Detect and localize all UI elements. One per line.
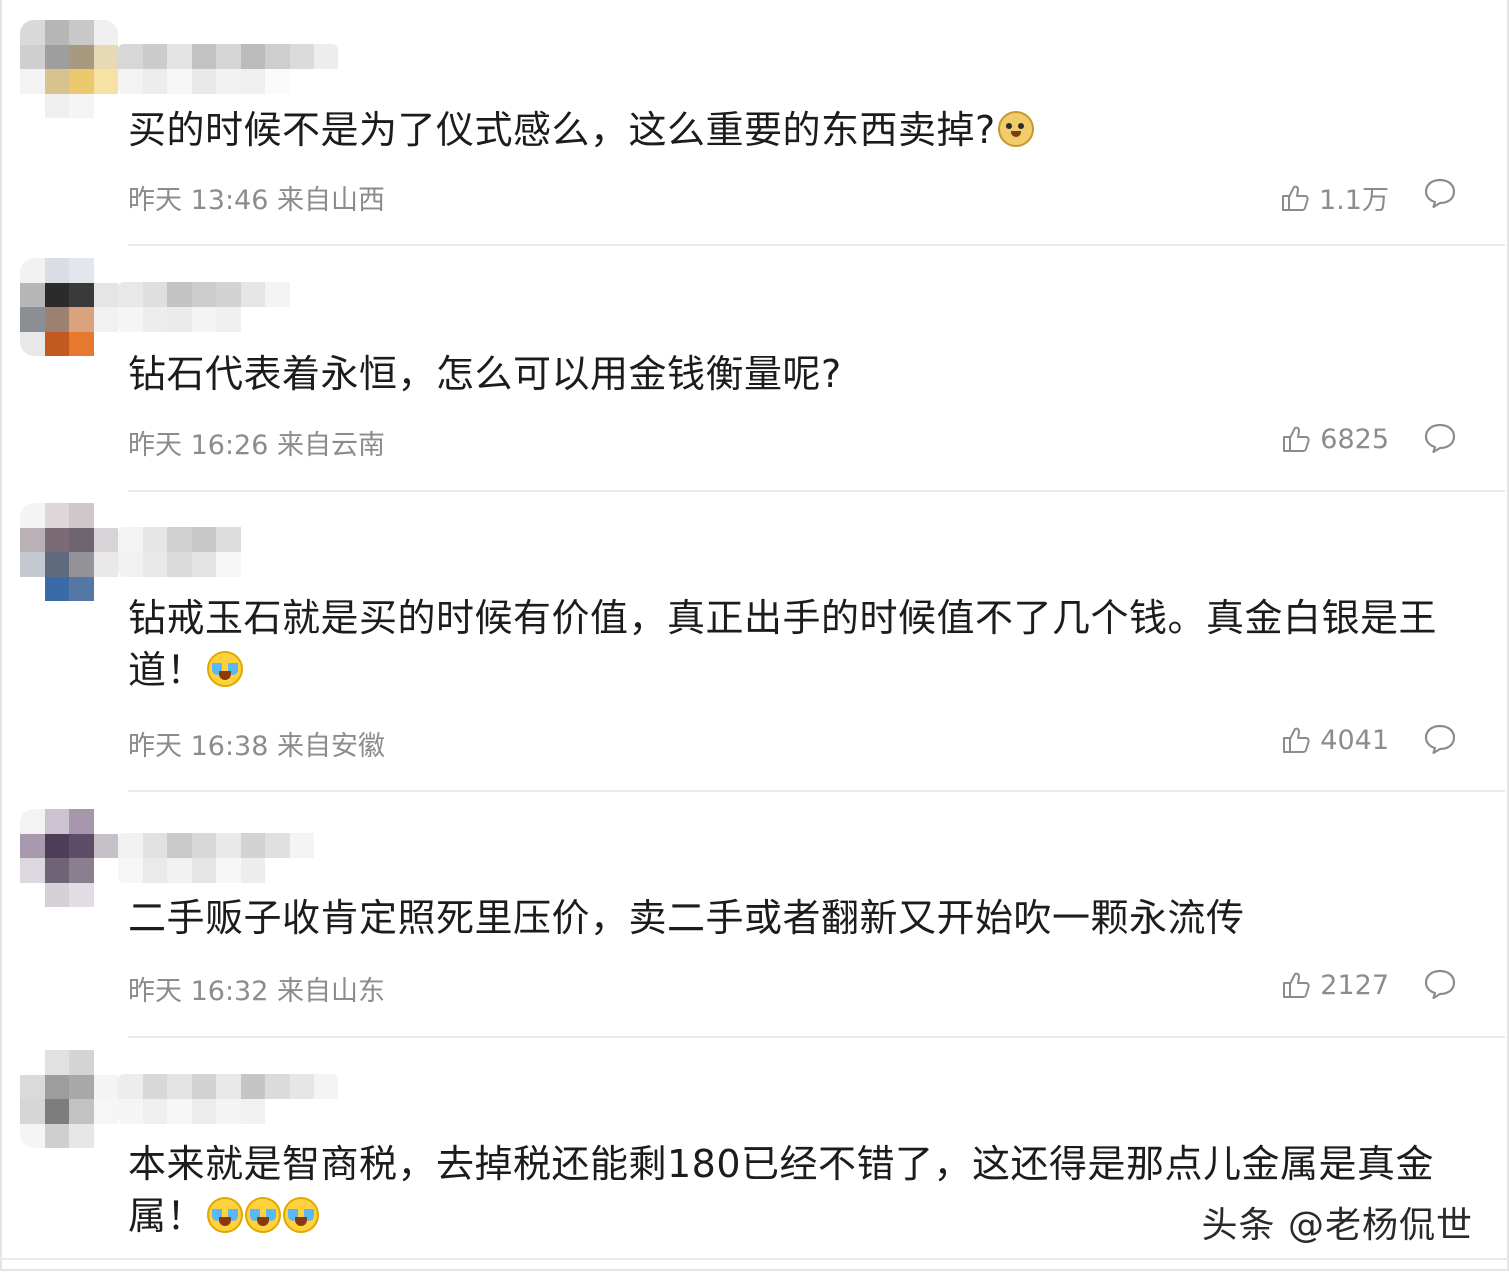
- avatar[interactable]: [20, 503, 118, 601]
- username-blurred[interactable]: [118, 527, 338, 577]
- laugh-cry-emoji: [245, 1197, 282, 1233]
- username-blurred[interactable]: [118, 282, 338, 332]
- like-button[interactable]: 4041: [1280, 724, 1389, 756]
- comment-text: 钻戒玉石就是买的时候有价值，真正出手的时候值不了几个钱。真金白银是王道！: [128, 592, 1458, 696]
- comment-bubble-icon[interactable]: [1423, 421, 1457, 455]
- like-button[interactable]: 2127: [1280, 969, 1389, 1001]
- divider: [128, 790, 1505, 792]
- like-count: 4041: [1320, 724, 1389, 756]
- username-blurred[interactable]: [118, 1074, 338, 1124]
- bottom-divider: [0, 1258, 1509, 1260]
- doge-emoji: [997, 111, 1034, 147]
- thumbs-up-icon: [1280, 969, 1312, 1001]
- laugh-cry-emoji: [283, 1197, 320, 1233]
- like-count: 6825: [1320, 423, 1389, 455]
- avatar[interactable]: [20, 809, 118, 907]
- comment-bubble-icon[interactable]: [1423, 722, 1457, 756]
- comment-text-content: 买的时候不是为了仪式感么，这么重要的东西卖掉?: [128, 108, 996, 152]
- avatar[interactable]: [20, 20, 118, 118]
- laugh-cry-emoji: [207, 1197, 244, 1233]
- comment-meta: 昨天 16:26 来自云南: [128, 430, 385, 461]
- laugh-cry-emoji: [207, 651, 244, 687]
- comment-text-content: 二手贩子收肯定照死里压价，卖二手或者翻新又开始吹一颗永流传: [128, 896, 1245, 940]
- comment-bubble-icon[interactable]: [1423, 967, 1457, 1001]
- comment-bubble-icon[interactable]: [1423, 176, 1457, 210]
- comment-meta: 昨天 16:32 来自山东: [128, 976, 385, 1007]
- divider: [128, 244, 1505, 246]
- watermark: 头条 @老杨侃世: [1201, 1205, 1473, 1246]
- divider: [128, 490, 1505, 492]
- comment-text: 钻石代表着永恒，怎么可以用金钱衡量呢?: [128, 348, 1458, 400]
- avatar[interactable]: [20, 1050, 118, 1148]
- comment-text: 二手贩子收肯定照死里压价，卖二手或者翻新又开始吹一颗永流传: [128, 892, 1458, 944]
- comment-meta: 昨天 16:38 来自安徽: [128, 731, 385, 762]
- avatar[interactable]: [20, 258, 118, 356]
- comment-meta: 昨天 13:46 来自山西: [128, 185, 385, 216]
- thumbs-up-icon: [1279, 182, 1311, 214]
- like-button[interactable]: 1.1万: [1279, 178, 1389, 217]
- username-blurred[interactable]: [118, 833, 338, 883]
- divider: [128, 1036, 1505, 1038]
- comment-text-content: 钻戒玉石就是买的时候有价值，真正出手的时候值不了几个钱。真金白银是王道！: [128, 596, 1438, 692]
- like-button[interactable]: 6825: [1280, 423, 1389, 455]
- username-blurred[interactable]: [118, 44, 338, 94]
- thumbs-up-icon: [1280, 724, 1312, 756]
- like-count: 2127: [1320, 969, 1389, 1001]
- comment-text-content: 钻石代表着永恒，怎么可以用金钱衡量呢?: [128, 352, 842, 396]
- thumbs-up-icon: [1280, 423, 1312, 455]
- like-count: 1.1万: [1319, 185, 1389, 216]
- comment-text: 买的时候不是为了仪式感么，这么重要的东西卖掉?: [128, 104, 1458, 156]
